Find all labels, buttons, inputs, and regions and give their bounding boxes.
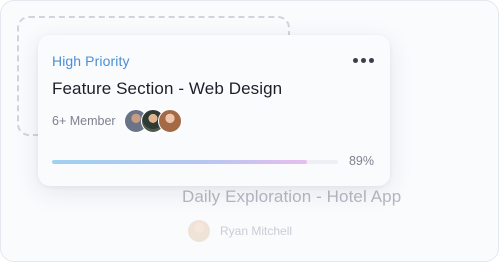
priority-label: High Priority [52, 53, 130, 69]
avatar [157, 109, 182, 133]
more-options-icon[interactable] [351, 54, 376, 67]
member-count: 6+ Member [52, 114, 116, 128]
progress-fill [52, 160, 307, 164]
avatar-group[interactable] [123, 109, 182, 133]
task-card[interactable]: High Priority Feature Section - Web Desi… [38, 35, 390, 186]
background-card-owner: Ryan Mitchell [188, 220, 292, 242]
owner-name: Ryan Mitchell [220, 224, 293, 238]
progress-bar [52, 160, 338, 164]
background-card-title: Daily Exploration - Hotel App [182, 187, 402, 206]
avatar [188, 220, 210, 242]
card-title: Feature Section - Web Design [52, 79, 283, 98]
members-row: 6+ Member [52, 109, 182, 133]
progress-percent: 89% [348, 154, 374, 168]
kanban-board: Daily Exploration - Hotel App Ryan Mitch… [0, 0, 499, 262]
